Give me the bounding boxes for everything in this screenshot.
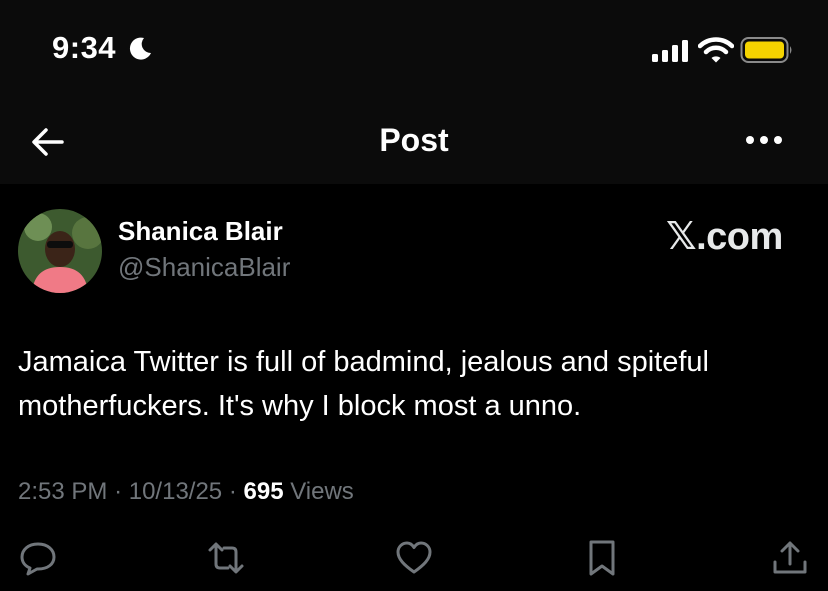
reply-icon [20,542,56,576]
post-text: Jamaica Twitter is full of badmind, jeal… [18,346,709,422]
x-com-watermark: 𝕏.com [666,216,783,258]
repost-icon [208,542,244,574]
cellular-signal-icon [652,40,688,62]
meta-separator: · [228,478,237,505]
page-title: Post [379,122,449,158]
views-label: Views [290,478,354,505]
more-horizontal-icon[interactable] [744,128,784,152]
bookmark-button[interactable] [582,538,622,578]
status-time: 9:34 [52,30,117,65]
nav-bar: Post [0,100,828,184]
battery-icon [740,37,792,63]
like-button[interactable] [394,538,434,578]
share-button[interactable] [770,538,810,578]
status-bar: 9:34 [0,0,828,100]
like-icon [396,541,432,574]
views-count: 695 [243,478,284,505]
bookmark-icon [589,540,615,576]
post-time: 2:53 PM [18,478,108,505]
share-icon [773,541,807,574]
user-handle[interactable]: @ShanicaBlair [118,252,290,283]
wifi-icon [698,37,734,63]
post-date: 10/13/25 [128,478,223,505]
post-metadata: 2:53 PM · 10/13/25 · 695 Views [18,478,354,506]
meta-separator: · [114,478,123,505]
display-name[interactable]: Shanica Blair [118,216,283,247]
repost-button[interactable] [206,538,246,578]
avatar[interactable] [18,209,102,293]
moon-icon [129,37,151,60]
reply-button[interactable] [18,538,58,578]
